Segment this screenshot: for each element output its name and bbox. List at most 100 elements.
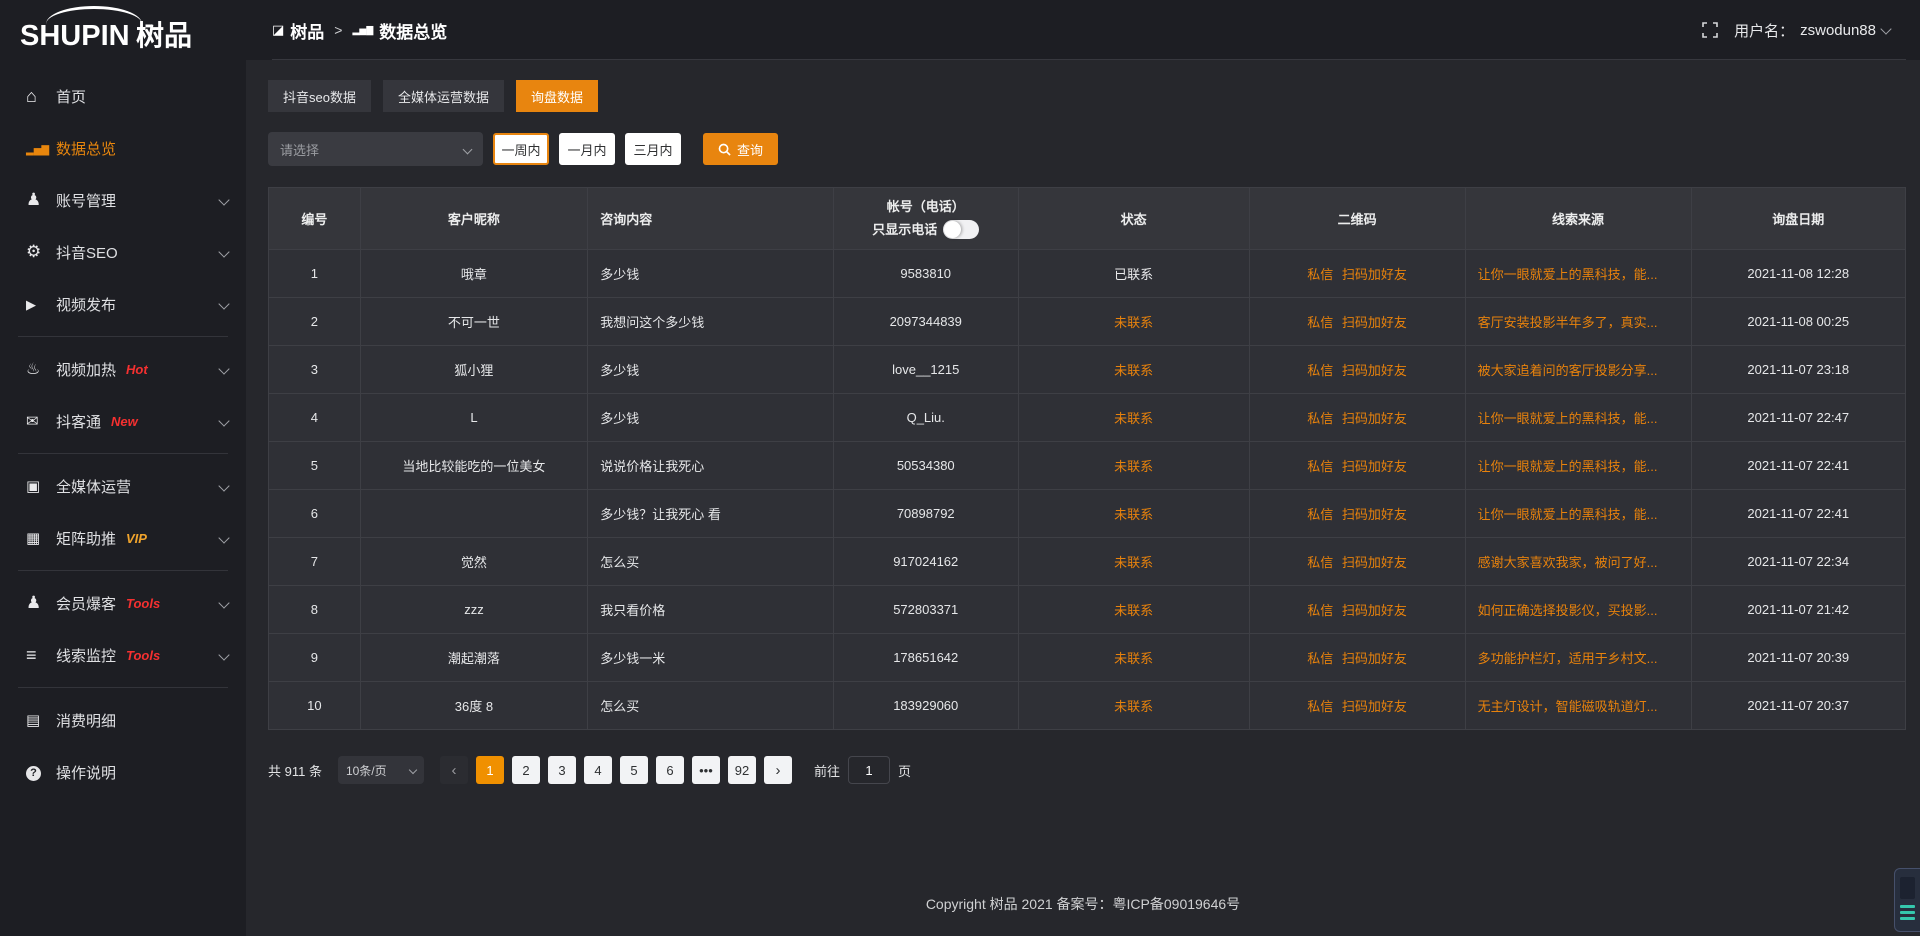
data-tab[interactable]: 抖音seo数据 xyxy=(268,80,371,112)
page-button[interactable]: 1 xyxy=(476,756,504,784)
filter-select[interactable]: 请选择 xyxy=(268,132,483,166)
data-tab[interactable]: 询盘数据 xyxy=(516,80,598,112)
scan-add-friend-link[interactable]: 扫码加好友 xyxy=(1342,411,1407,426)
floating-widget[interactable] xyxy=(1894,868,1920,932)
cell-content: 我想问这个多少钱 xyxy=(588,298,834,346)
sidebar-item-badge: Tools xyxy=(126,648,160,663)
scan-add-friend-link[interactable]: 扫码加好友 xyxy=(1342,315,1407,330)
scan-add-friend-link[interactable]: 扫码加好友 xyxy=(1342,267,1407,282)
sidebar-item[interactable]: 全媒体运营 xyxy=(0,460,246,512)
sidebar-item-icon xyxy=(26,763,56,781)
sidebar-item-badge: VIP xyxy=(126,531,147,546)
sidebar-item[interactable]: 矩阵助推 VIP xyxy=(0,512,246,564)
private-message-link[interactable]: 私信 xyxy=(1307,315,1333,330)
cell-source[interactable]: 让你一眼就爱上的黑科技，能... xyxy=(1465,442,1691,490)
sidebar-item[interactable]: 操作说明 xyxy=(0,746,246,798)
cell-status: 未联系 xyxy=(1018,634,1249,682)
page-button[interactable]: 3 xyxy=(548,756,576,784)
cell-source[interactable]: 多功能护栏灯，适用于乡村文... xyxy=(1465,634,1691,682)
scan-add-friend-link[interactable]: 扫码加好友 xyxy=(1342,459,1407,474)
cell-qr: 私信 扫码加好友 xyxy=(1249,634,1465,682)
cell-nickname: L xyxy=(360,394,588,442)
date-range-button[interactable]: 一周内 xyxy=(493,133,549,165)
cell-source[interactable]: 让你一眼就爱上的黑科技，能... xyxy=(1465,250,1691,298)
sidebar-item[interactable]: 抖客通 New xyxy=(0,395,246,447)
cell-source[interactable]: 感谢大家喜欢我家，被问了好... xyxy=(1465,538,1691,586)
table-row: 10 36度 8 怎么买 183929060 未联系 私信 扫码加好友 无主灯设… xyxy=(269,682,1906,730)
sidebar-item[interactable]: 消费明细 xyxy=(0,694,246,746)
scan-add-friend-link[interactable]: 扫码加好友 xyxy=(1342,507,1407,522)
private-message-link[interactable]: 私信 xyxy=(1307,507,1333,522)
sidebar-item[interactable]: 视频加热 Hot xyxy=(0,343,246,395)
scan-add-friend-link[interactable]: 扫码加好友 xyxy=(1342,555,1407,570)
cell-account: 9583810 xyxy=(833,250,1018,298)
scan-add-friend-link[interactable]: 扫码加好友 xyxy=(1342,603,1407,618)
widget-bar xyxy=(1900,911,1915,914)
sidebar-item-label: 操作说明 xyxy=(56,762,116,783)
cell-account: 178651642 xyxy=(833,634,1018,682)
private-message-link[interactable]: 私信 xyxy=(1307,411,1333,426)
page-button[interactable]: 5 xyxy=(620,756,648,784)
page-button[interactable]: 92 xyxy=(728,756,756,784)
page-button[interactable]: 4 xyxy=(584,756,612,784)
sidebar-item[interactable]: 数据总览 xyxy=(0,122,246,174)
data-tab[interactable]: 全媒体运营数据 xyxy=(383,80,504,112)
goto-page-input[interactable] xyxy=(848,756,890,784)
breadcrumb-root[interactable]: 树品 xyxy=(290,18,324,43)
cell-source[interactable]: 无主灯设计，智能磁吸轨道灯... xyxy=(1465,682,1691,730)
sidebar-item[interactable]: 账号管理 xyxy=(0,174,246,226)
page-button[interactable]: ••• xyxy=(692,756,720,784)
sidebar-item[interactable]: 线索监控 Tools xyxy=(0,629,246,681)
sidebar-item[interactable]: 抖音SEO xyxy=(0,226,246,278)
table-row: 2 不可一世 我想问这个多少钱 2097344839 未联系 私信 扫码加好友 … xyxy=(269,298,1906,346)
prev-page-button[interactable]: ‹ xyxy=(440,756,468,784)
private-message-link[interactable]: 私信 xyxy=(1307,459,1333,474)
app-logo: SHUPIN 树品 xyxy=(0,0,246,56)
private-message-link[interactable]: 私信 xyxy=(1307,363,1333,378)
cell-qr: 私信 扫码加好友 xyxy=(1249,538,1465,586)
private-message-link[interactable]: 私信 xyxy=(1307,699,1333,714)
cell-num: 5 xyxy=(269,442,361,490)
total-count: 共 911 条 xyxy=(268,761,322,780)
sidebar-item[interactable]: 首页 xyxy=(0,70,246,122)
cell-nickname: 哦章 xyxy=(360,250,588,298)
table-row: 8 zzz 我只看价格 572803371 未联系 私信 扫码加好友 如何正确选… xyxy=(269,586,1906,634)
scan-add-friend-link[interactable]: 扫码加好友 xyxy=(1342,363,1407,378)
page-button[interactable]: 2 xyxy=(512,756,540,784)
cell-content: 怎么买 xyxy=(588,538,834,586)
page-size-select[interactable]: 10条/页 xyxy=(338,756,424,784)
cell-source[interactable]: 如何正确选择投影仪，买投影... xyxy=(1465,586,1691,634)
sidebar-item-label: 线索监控 xyxy=(56,645,116,666)
cell-content: 多少钱一米 xyxy=(588,634,834,682)
sidebar-item-badge: New xyxy=(111,414,138,429)
sidebar-item-label: 消费明细 xyxy=(56,710,116,731)
scan-add-friend-link[interactable]: 扫码加好友 xyxy=(1342,699,1407,714)
private-message-link[interactable]: 私信 xyxy=(1307,603,1333,618)
sidebar-divider xyxy=(18,570,228,571)
cell-qr: 私信 扫码加好友 xyxy=(1249,490,1465,538)
cell-source[interactable]: 让你一眼就爱上的黑科技，能... xyxy=(1465,490,1691,538)
private-message-link[interactable]: 私信 xyxy=(1307,555,1333,570)
col-date: 询盘日期 xyxy=(1691,188,1906,250)
date-range-button[interactable]: 一月内 xyxy=(559,133,615,165)
phone-only-toggle[interactable] xyxy=(943,220,979,239)
private-message-link[interactable]: 私信 xyxy=(1307,267,1333,282)
scan-add-friend-link[interactable]: 扫码加好友 xyxy=(1342,651,1407,666)
inquiry-table: 编号 客户昵称 咨询内容 帐号（电话） 只显示电话 状态 二维码 xyxy=(268,187,1906,730)
cell-source[interactable]: 让你一眼就爱上的黑科技，能... xyxy=(1465,394,1691,442)
sidebar-item[interactable]: 视频发布 xyxy=(0,278,246,330)
cell-source[interactable]: 被大家追着问的客厅投影分享... xyxy=(1465,346,1691,394)
page-button[interactable]: 6 xyxy=(656,756,684,784)
private-message-link[interactable]: 私信 xyxy=(1307,651,1333,666)
fullscreen-icon[interactable] xyxy=(1702,22,1718,38)
page-unit-label: 页 xyxy=(898,761,911,780)
date-range-button[interactable]: 三月内 xyxy=(625,133,681,165)
cell-source[interactable]: 客厅安装投影半年多了，真实... xyxy=(1465,298,1691,346)
sidebar-item[interactable]: 会员爆客 Tools xyxy=(0,577,246,629)
query-button[interactable]: 查询 xyxy=(703,133,778,165)
next-page-button[interactable]: › xyxy=(764,756,792,784)
col-qr: 二维码 xyxy=(1249,188,1465,250)
search-icon xyxy=(718,143,731,156)
sidebar-item-label: 视频加热 xyxy=(56,359,116,380)
user-menu[interactable]: 用户名：zswodun88 xyxy=(1734,20,1890,41)
